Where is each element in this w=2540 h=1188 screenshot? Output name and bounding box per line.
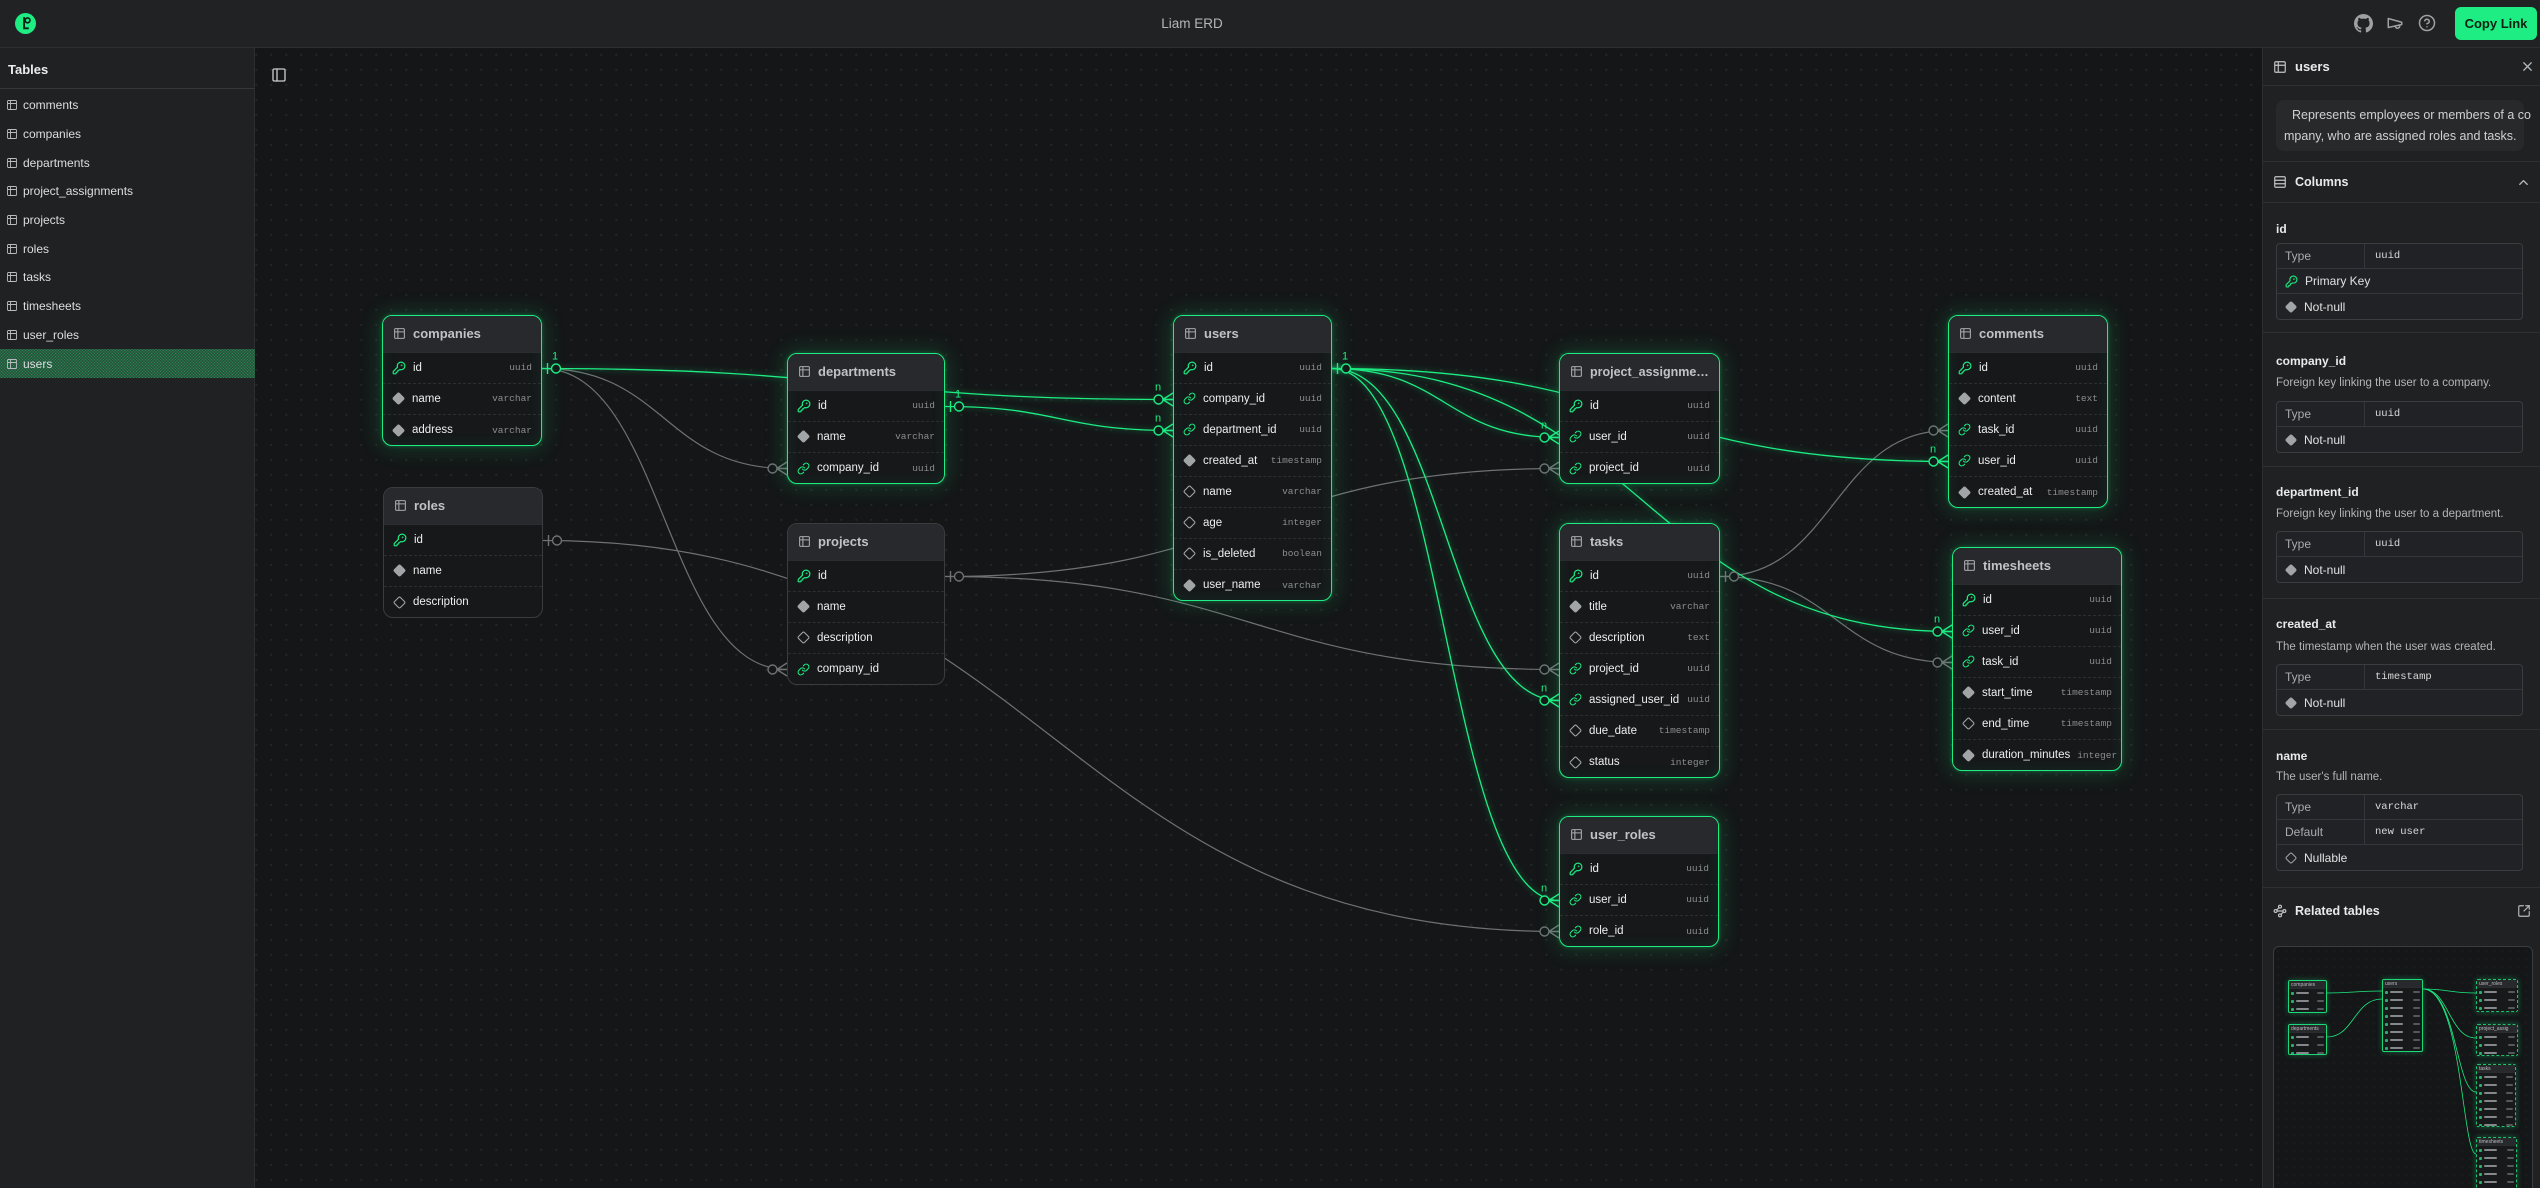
svg-text:n: n [1934,614,1940,626]
svg-text:n: n [1155,413,1161,425]
svg-text:1: 1 [552,351,558,363]
svg-text:n: n [1541,883,1547,895]
svg-text:n: n [1541,420,1547,432]
svg-text:1: 1 [1342,351,1348,363]
svg-text:n: n [1541,683,1547,695]
svg-text:n: n [1930,444,1936,456]
svg-text:n: n [1155,382,1161,394]
svg-text:1: 1 [955,389,961,401]
